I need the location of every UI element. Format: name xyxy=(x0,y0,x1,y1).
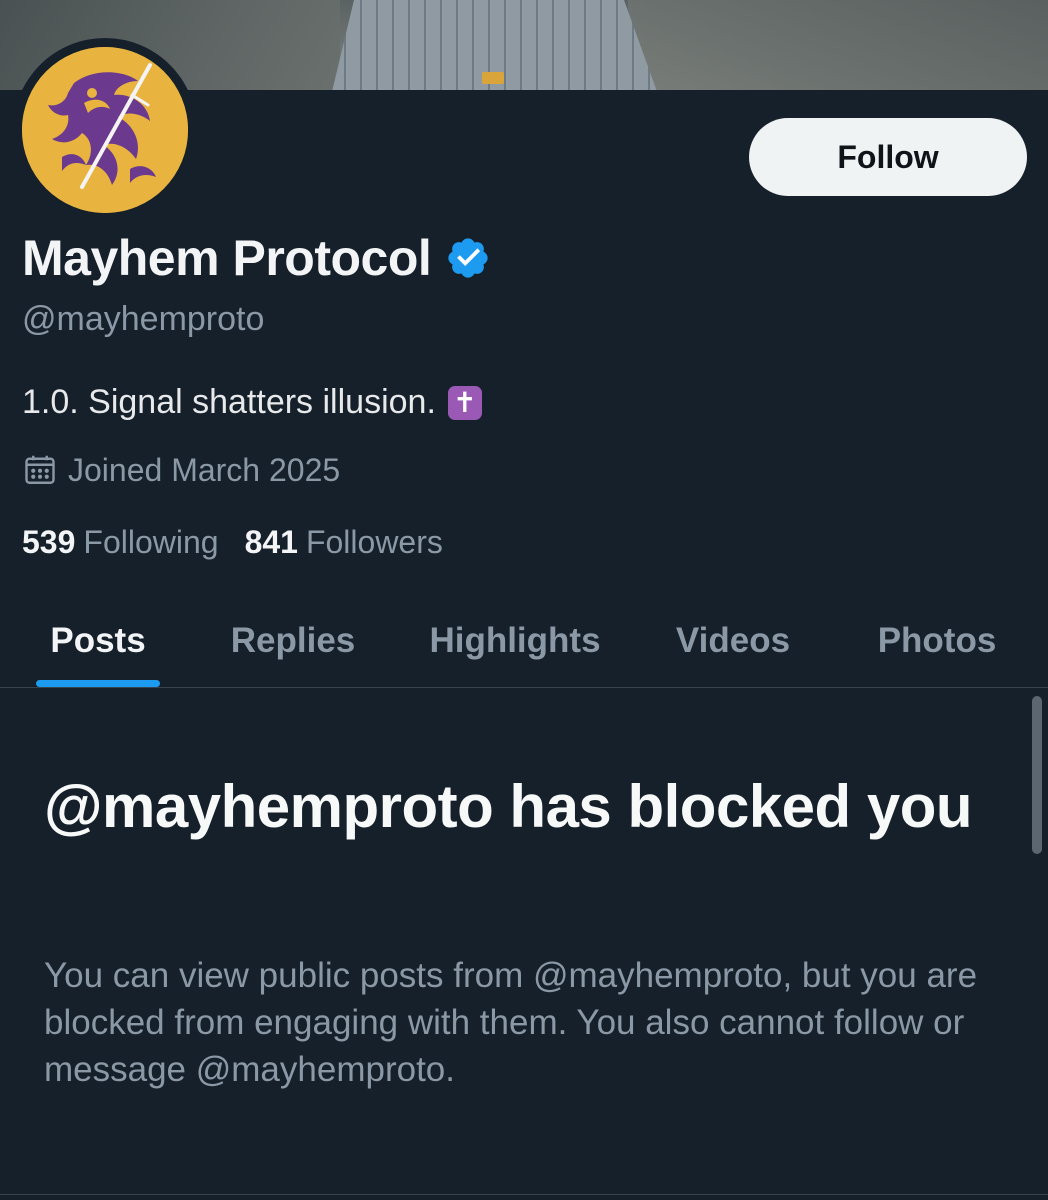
follow-stats: 539 Following 841 Followers xyxy=(22,520,443,564)
followers-count: 841 xyxy=(244,523,298,560)
join-date: Joined March 2025 xyxy=(22,450,340,490)
followers-link[interactable]: 841 Followers xyxy=(245,524,443,561)
profile-page: Follow Mayhem Protocol @mayhemproto 1.0.… xyxy=(0,0,1048,1200)
blocked-description: You can view public posts from @mayhempr… xyxy=(44,956,978,1089)
bio-text: 1.0. Signal shatters illusion. xyxy=(22,383,436,421)
tab-photos[interactable]: Photos xyxy=(860,594,1014,688)
following-label: Following xyxy=(83,523,219,560)
display-name: Mayhem Protocol xyxy=(22,230,432,286)
followers-label: Followers xyxy=(305,523,443,560)
dragon-logo-icon xyxy=(22,47,188,213)
profile-handle: @mayhemproto xyxy=(22,300,265,338)
tab-replies[interactable]: Replies xyxy=(214,594,372,688)
blocked-title: @mayhemproto has blocked you xyxy=(44,773,973,840)
profile-name-row: Mayhem Protocol xyxy=(22,226,491,290)
verified-badge-icon[interactable] xyxy=(445,235,491,281)
profile-tabs: Posts Replies Highlights Videos Photos xyxy=(0,594,1048,688)
following-link[interactable]: 539 Following xyxy=(22,524,219,561)
tab-videos[interactable]: Videos xyxy=(658,594,808,688)
divider xyxy=(0,1194,1048,1195)
banner-terrain xyxy=(628,0,1048,90)
avatar[interactable] xyxy=(13,38,197,222)
following-count: 539 xyxy=(22,523,76,560)
active-tab-indicator xyxy=(36,680,160,687)
avatar-logo xyxy=(22,47,188,213)
banner-road-marking xyxy=(482,72,504,84)
profile-bio: 1.0. Signal shatters illusion. ✝ xyxy=(22,383,482,422)
join-date-text: Joined March 2025 xyxy=(68,451,341,488)
follow-button[interactable]: Follow xyxy=(749,118,1027,196)
tab-highlights[interactable]: Highlights xyxy=(408,594,622,688)
calendar-icon xyxy=(22,452,58,488)
scrollbar[interactable] xyxy=(1032,696,1042,854)
tab-posts[interactable]: Posts xyxy=(36,594,160,688)
latin-cross-emoji-icon: ✝ xyxy=(447,385,482,420)
